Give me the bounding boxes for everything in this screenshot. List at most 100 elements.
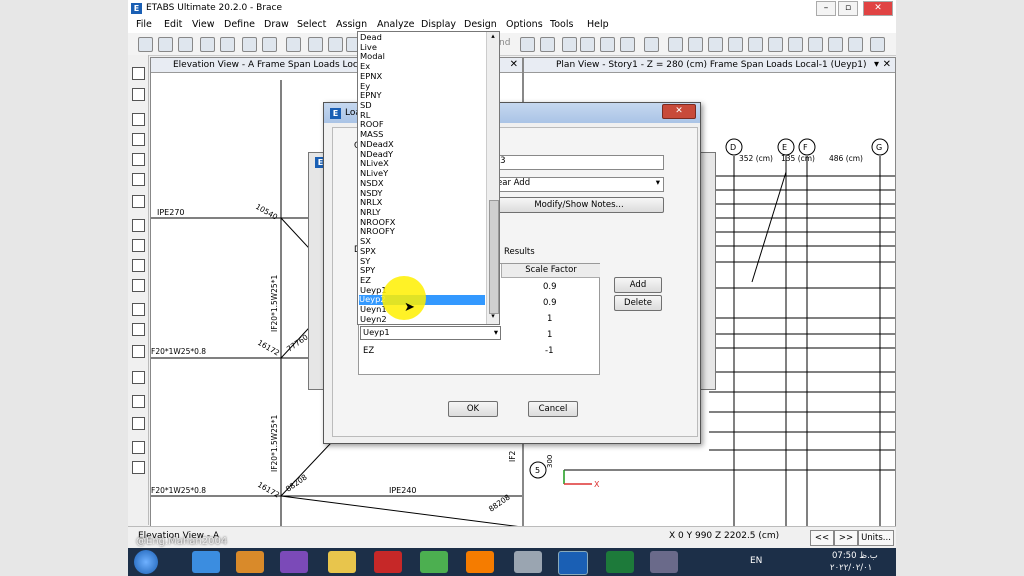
dropdown-scrollbar[interactable]: ▴ ▾ — [486, 32, 499, 324]
delete-button[interactable]: Delete — [614, 295, 662, 311]
combination-name-field[interactable]: -3 — [494, 155, 664, 170]
move-down-icon[interactable] — [580, 37, 595, 52]
calculator-icon[interactable] — [514, 551, 542, 573]
firefox-icon[interactable] — [466, 551, 494, 573]
draw-floor-icon[interactable] — [132, 219, 145, 232]
dialog-close-button[interactable]: ✕ — [662, 104, 696, 119]
snap-icon[interactable] — [520, 37, 535, 52]
grid-icon[interactable] — [132, 395, 145, 408]
redo-icon[interactable] — [220, 37, 235, 52]
language-indicator[interactable]: EN — [750, 556, 762, 566]
previous-view-button[interactable]: << — [810, 530, 834, 546]
draw-column-icon[interactable] — [132, 153, 145, 166]
checkbox-icon[interactable] — [600, 37, 615, 52]
draw-line-icon[interactable] — [132, 113, 145, 126]
menu-design[interactable]: Design — [464, 19, 497, 30]
clock-icon[interactable] — [620, 37, 635, 52]
menu-display[interactable]: Display — [421, 19, 456, 30]
media-player-icon[interactable] — [236, 551, 264, 573]
draw-opening-icon[interactable] — [132, 259, 145, 272]
beam-icon[interactable] — [708, 37, 723, 52]
spring-icon[interactable] — [808, 37, 823, 52]
etabs-taskbar-icon[interactable] — [558, 551, 588, 575]
link-icon[interactable] — [788, 37, 803, 52]
save-icon[interactable] — [178, 37, 193, 52]
grid-factor-2[interactable]: 0.9 — [543, 298, 557, 308]
draw-area-icon[interactable] — [132, 323, 145, 336]
grid-factor-3[interactable]: 1 — [547, 314, 552, 324]
dropdown-option[interactable]: Ueyn2 — [360, 314, 387, 325]
close-button[interactable]: ✕ — [863, 1, 893, 16]
draw-rect-icon[interactable] — [132, 239, 145, 252]
maximize-button[interactable]: ▫ — [838, 1, 858, 16]
undo-icon[interactable] — [200, 37, 215, 52]
draw-beam-icon[interactable] — [132, 173, 145, 186]
floor-icon[interactable] — [768, 37, 783, 52]
lock-icon[interactable] — [262, 37, 277, 52]
menu-define[interactable]: Define — [224, 19, 255, 30]
menu-draw[interactable]: Draw — [264, 19, 289, 30]
scroll-down-icon[interactable]: ▾ — [488, 312, 498, 322]
internet-explorer-icon[interactable] — [192, 551, 220, 573]
load-case-dropdown-list[interactable]: Dead Live Modal Ex EPNX Ey EPNY SD RL ROOF MASS NDe… — [357, 31, 500, 325]
menu-assign[interactable]: Assign — [336, 19, 367, 30]
minimize-button[interactable]: – — [816, 1, 836, 16]
chrome-icon[interactable] — [420, 551, 448, 573]
move-up-icon[interactable] — [562, 37, 577, 52]
load-case-select[interactable]: Ueyp1 ▾ — [360, 326, 501, 340]
visual-studio-icon[interactable] — [280, 551, 308, 573]
plan-view-close-icon[interactable]: ✕ — [883, 59, 891, 70]
draw-slab-icon[interactable] — [132, 303, 145, 316]
grid-factor-4[interactable]: 1 — [547, 330, 552, 340]
scrollbar-thumb[interactable] — [489, 200, 499, 314]
menu-view[interactable]: View — [192, 19, 215, 30]
menu-tools[interactable]: Tools — [550, 19, 573, 30]
grid-factor-1[interactable]: 0.9 — [543, 282, 557, 292]
next-view-button[interactable]: >> — [834, 530, 858, 546]
settings-gear-icon[interactable] — [540, 37, 555, 52]
menu-options[interactable]: Options — [506, 19, 543, 30]
draw-brace-icon[interactable] — [132, 195, 145, 208]
start-button[interactable] — [134, 550, 158, 574]
app-taskbar-icon[interactable] — [650, 551, 678, 573]
measure-icon[interactable] — [132, 461, 145, 474]
dropdown-option[interactable]: NSDX — [360, 178, 384, 189]
excel-icon[interactable] — [606, 551, 634, 573]
more-icon[interactable] — [870, 37, 885, 52]
zoom-window-icon[interactable] — [308, 37, 323, 52]
column-icon[interactable] — [728, 37, 743, 52]
pointer-icon[interactable] — [132, 67, 145, 80]
menu-select[interactable]: Select — [297, 19, 326, 30]
elevation-view-close-icon[interactable]: ✕ — [510, 59, 518, 70]
menu-analyze[interactable]: Analyze — [377, 19, 414, 30]
cancel-button[interactable]: Cancel — [528, 401, 578, 417]
wall-icon[interactable] — [748, 37, 763, 52]
file-explorer-icon[interactable] — [328, 551, 356, 573]
draw-wall-icon[interactable] — [132, 279, 145, 292]
units-button[interactable]: Units... — [858, 530, 894, 546]
menu-edit[interactable]: Edit — [164, 19, 182, 30]
draw-link-icon[interactable] — [132, 345, 145, 358]
plan-view-menu-icon[interactable]: ▾ — [874, 59, 879, 70]
ok-button[interactable]: OK — [448, 401, 498, 417]
reshape-icon[interactable] — [132, 88, 145, 101]
run-analysis-icon[interactable] — [286, 37, 301, 52]
grid-case-5[interactable]: EZ — [363, 346, 374, 356]
brace-icon[interactable] — [688, 37, 703, 52]
menu-file[interactable]: File — [136, 19, 152, 30]
frame-icon[interactable] — [668, 37, 683, 52]
zoom-in-icon[interactable] — [328, 37, 343, 52]
dropdown-option[interactable]: SPX — [360, 246, 376, 257]
draw-tendon-icon[interactable] — [132, 371, 145, 384]
combination-type-select[interactable]: ear Add ▾ — [494, 177, 664, 192]
pencil-icon[interactable] — [242, 37, 257, 52]
pdf-reader-icon[interactable] — [374, 551, 402, 573]
dimension-icon[interactable] — [132, 417, 145, 430]
menu-help[interactable]: Help — [587, 19, 609, 30]
grid-factor-5[interactable]: -1 — [545, 346, 553, 356]
open-icon[interactable] — [158, 37, 173, 52]
new-model-icon[interactable] — [138, 37, 153, 52]
support-icon[interactable] — [828, 37, 843, 52]
shell-icon[interactable] — [848, 37, 863, 52]
draw-frame-icon[interactable] — [132, 133, 145, 146]
